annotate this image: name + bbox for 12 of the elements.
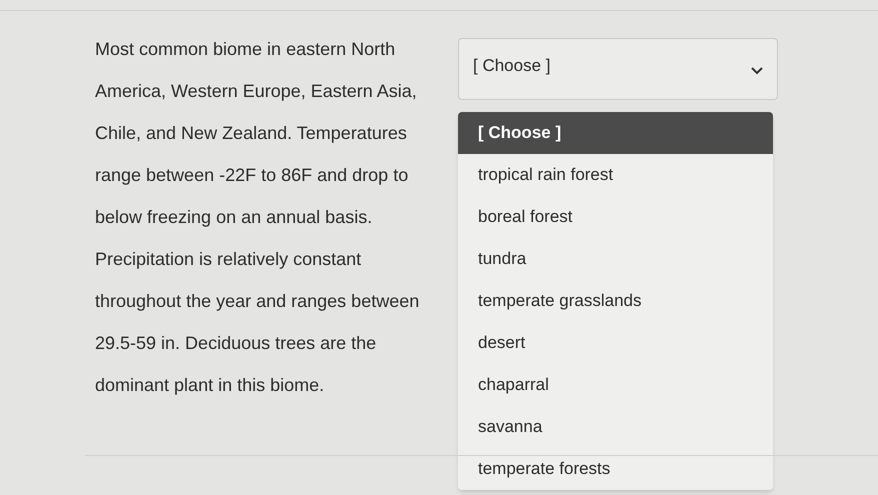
dropdown-option[interactable]: boreal forest: [458, 196, 773, 238]
dropdown-option[interactable]: savanna: [458, 406, 773, 448]
dropdown-option[interactable]: chaparral: [458, 364, 773, 406]
dropdown-option[interactable]: temperate grasslands: [458, 280, 773, 322]
dropdown-option[interactable]: tundra: [458, 238, 773, 280]
dropdown-select[interactable]: [ Choose ]: [458, 38, 778, 100]
question-text: Most common biome in eastern North America, Western Europe, Eastern Asia, Chile, and New Zealand. Temperatures range between -22F to 86F and drop to below freezing on an annual basis. Precipitation is relatively constant throughout the year and ranges between 29.5-59 in. Deciduous trees are the dominant plant in this biome.: [95, 38, 420, 397]
dropdown-option[interactable]: desert: [458, 322, 773, 364]
dropdown-option[interactable]: tropical rain forest: [458, 154, 773, 196]
dropdown-option[interactable]: temperate forests: [458, 448, 773, 490]
dropdown-option[interactable]: [ Choose ]: [458, 112, 773, 154]
chevron-down-icon: [751, 67, 763, 75]
